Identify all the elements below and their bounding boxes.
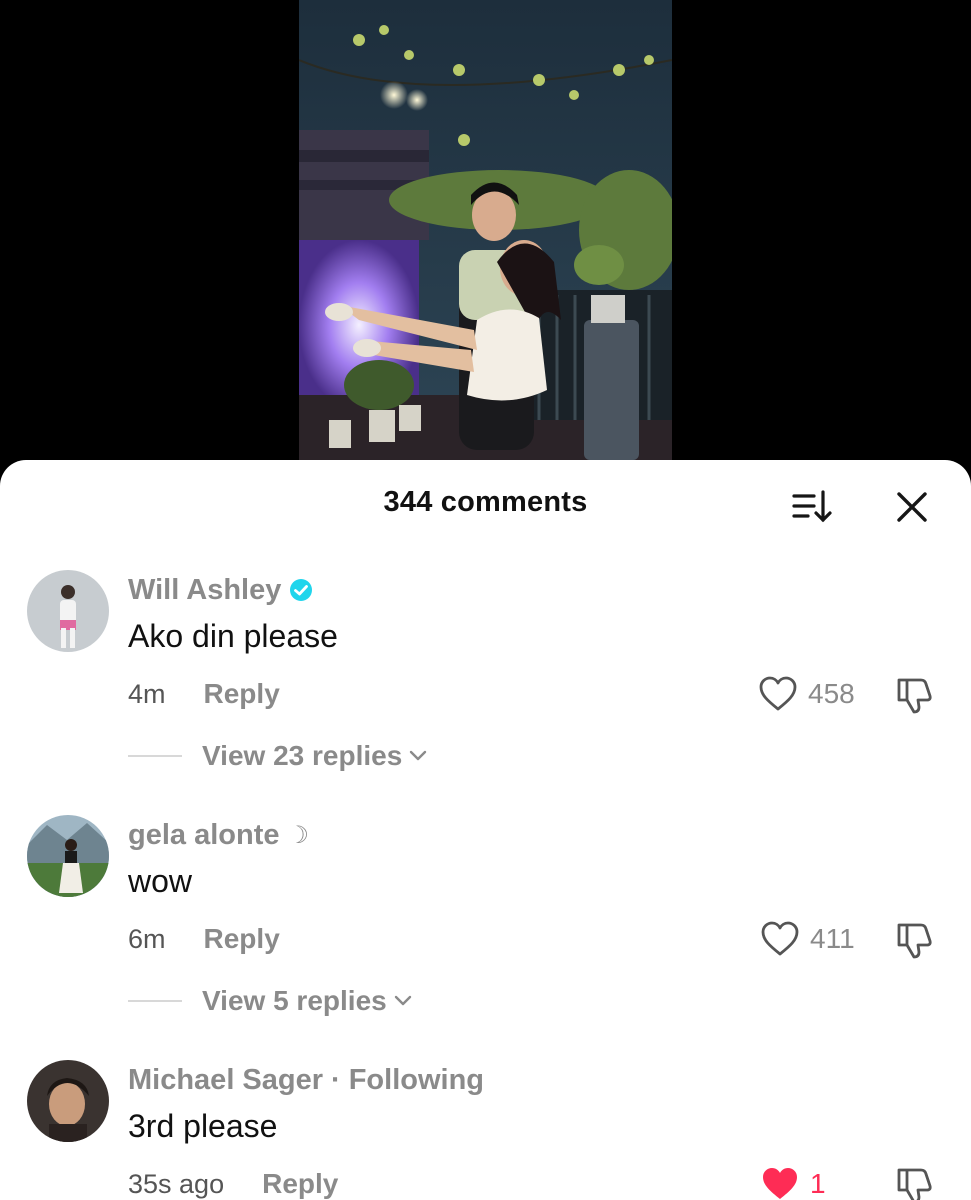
reply-button[interactable]: Reply xyxy=(204,678,280,710)
heart-icon xyxy=(759,676,797,711)
username-row: Michael Sager · Following xyxy=(128,1060,484,1100)
divider-line xyxy=(128,1000,182,1002)
avatar[interactable] xyxy=(27,1060,109,1142)
moon-badge: ☽ xyxy=(287,821,310,849)
dislike-icon[interactable] xyxy=(893,917,937,961)
comment-time: 35s ago xyxy=(128,1168,225,1199)
comment-time: 6m xyxy=(128,923,166,954)
like-button[interactable]: 458 xyxy=(758,672,855,716)
divider-line xyxy=(128,755,182,757)
username-row: Will Ashley xyxy=(128,570,313,610)
sort-icon[interactable] xyxy=(790,486,836,528)
heart-filled-icon xyxy=(763,1168,797,1199)
like-button[interactable]: 1 xyxy=(760,1162,826,1200)
comment-text: wow xyxy=(128,863,193,899)
comments-sheet: 344 comments Will Ashley Ako din please … xyxy=(0,460,971,1200)
chevron-down-icon xyxy=(394,995,411,1006)
chevron-down-icon xyxy=(410,750,427,761)
video-frame xyxy=(299,0,672,470)
video-player[interactable] xyxy=(0,0,971,470)
comment-text: Ako din please xyxy=(128,618,338,654)
comment-meta: 4m Reply xyxy=(128,674,280,714)
like-count: 458 xyxy=(808,678,855,709)
view-replies-label: View 23 replies xyxy=(202,740,403,771)
username-row: gela alonte ☽ xyxy=(128,815,309,855)
dislike-icon[interactable] xyxy=(893,1162,937,1200)
separator-dot: · xyxy=(331,1063,341,1096)
like-count: 1 xyxy=(810,1168,826,1199)
verified-badge-icon xyxy=(289,578,313,602)
like-button[interactable]: 411 xyxy=(760,917,855,961)
comment-meta: 6m Reply xyxy=(128,919,280,959)
heart-icon xyxy=(761,921,799,956)
reply-button[interactable]: Reply xyxy=(262,1168,338,1200)
view-replies-label: View 5 replies xyxy=(202,985,387,1016)
username[interactable]: Michael Sager xyxy=(128,1064,323,1097)
comment-time: 4m xyxy=(128,678,166,709)
username[interactable]: gela alonte xyxy=(128,819,280,852)
view-replies-button[interactable]: View 5 replies xyxy=(128,981,413,1021)
avatar[interactable] xyxy=(27,570,109,652)
comment-meta: 35s ago Reply xyxy=(128,1164,338,1200)
reply-button[interactable]: Reply xyxy=(204,923,280,955)
following-label: Following xyxy=(348,1063,485,1096)
dislike-icon[interactable] xyxy=(893,672,937,716)
comment-text: 3rd please xyxy=(128,1108,278,1144)
close-icon[interactable] xyxy=(891,486,933,528)
username[interactable]: Will Ashley xyxy=(128,574,281,607)
like-count: 411 xyxy=(810,923,855,954)
view-replies-button[interactable]: View 23 replies xyxy=(128,736,428,776)
avatar[interactable] xyxy=(27,815,109,897)
